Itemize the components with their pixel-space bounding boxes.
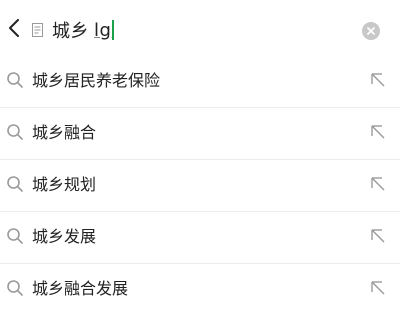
search-icon bbox=[7, 124, 23, 140]
suggestion-label: 城乡规划 bbox=[32, 175, 97, 194]
search-bar: 城乡 lg bbox=[0, 0, 400, 56]
suggestion-item[interactable]: 城乡规划 bbox=[0, 159, 400, 211]
search-ime-composition: lg bbox=[94, 19, 112, 41]
suggestion-item[interactable]: 城乡融合发展 bbox=[0, 263, 400, 315]
close-icon bbox=[367, 27, 375, 35]
search-icon bbox=[7, 280, 23, 296]
arrow-up-left-icon[interactable] bbox=[370, 176, 386, 192]
suggestion-item[interactable]: 城乡融合 bbox=[0, 107, 400, 159]
suggestion-item[interactable]: 城乡居民养老保险 bbox=[0, 56, 400, 107]
suggestion-item[interactable]: 城乡发展 bbox=[0, 211, 400, 263]
arrow-up-left-icon[interactable] bbox=[370, 72, 386, 88]
suggestion-label: 城乡发展 bbox=[32, 227, 97, 246]
arrow-up-left-icon[interactable] bbox=[370, 280, 386, 296]
search-input[interactable]: 城乡 lg bbox=[52, 16, 115, 44]
text-caret bbox=[112, 20, 115, 40]
suggestion-label: 城乡融合发展 bbox=[32, 279, 129, 298]
search-icon bbox=[7, 176, 23, 192]
suggestion-label: 城乡居民养老保险 bbox=[32, 71, 161, 90]
chevron-left-icon bbox=[9, 19, 19, 37]
suggestion-label: 城乡融合 bbox=[32, 123, 97, 142]
back-button[interactable] bbox=[4, 14, 24, 42]
arrow-up-left-icon[interactable] bbox=[370, 124, 386, 140]
clear-button[interactable] bbox=[362, 22, 380, 40]
search-typed-text: 城乡 bbox=[52, 21, 89, 42]
arrow-up-left-icon[interactable] bbox=[370, 228, 386, 244]
search-icon bbox=[7, 228, 23, 244]
document-icon bbox=[32, 23, 43, 37]
suggestion-list: 城乡居民养老保险 城乡融合 城乡规划 城乡发展 城乡融合发展 bbox=[0, 56, 400, 315]
search-icon bbox=[7, 72, 23, 88]
